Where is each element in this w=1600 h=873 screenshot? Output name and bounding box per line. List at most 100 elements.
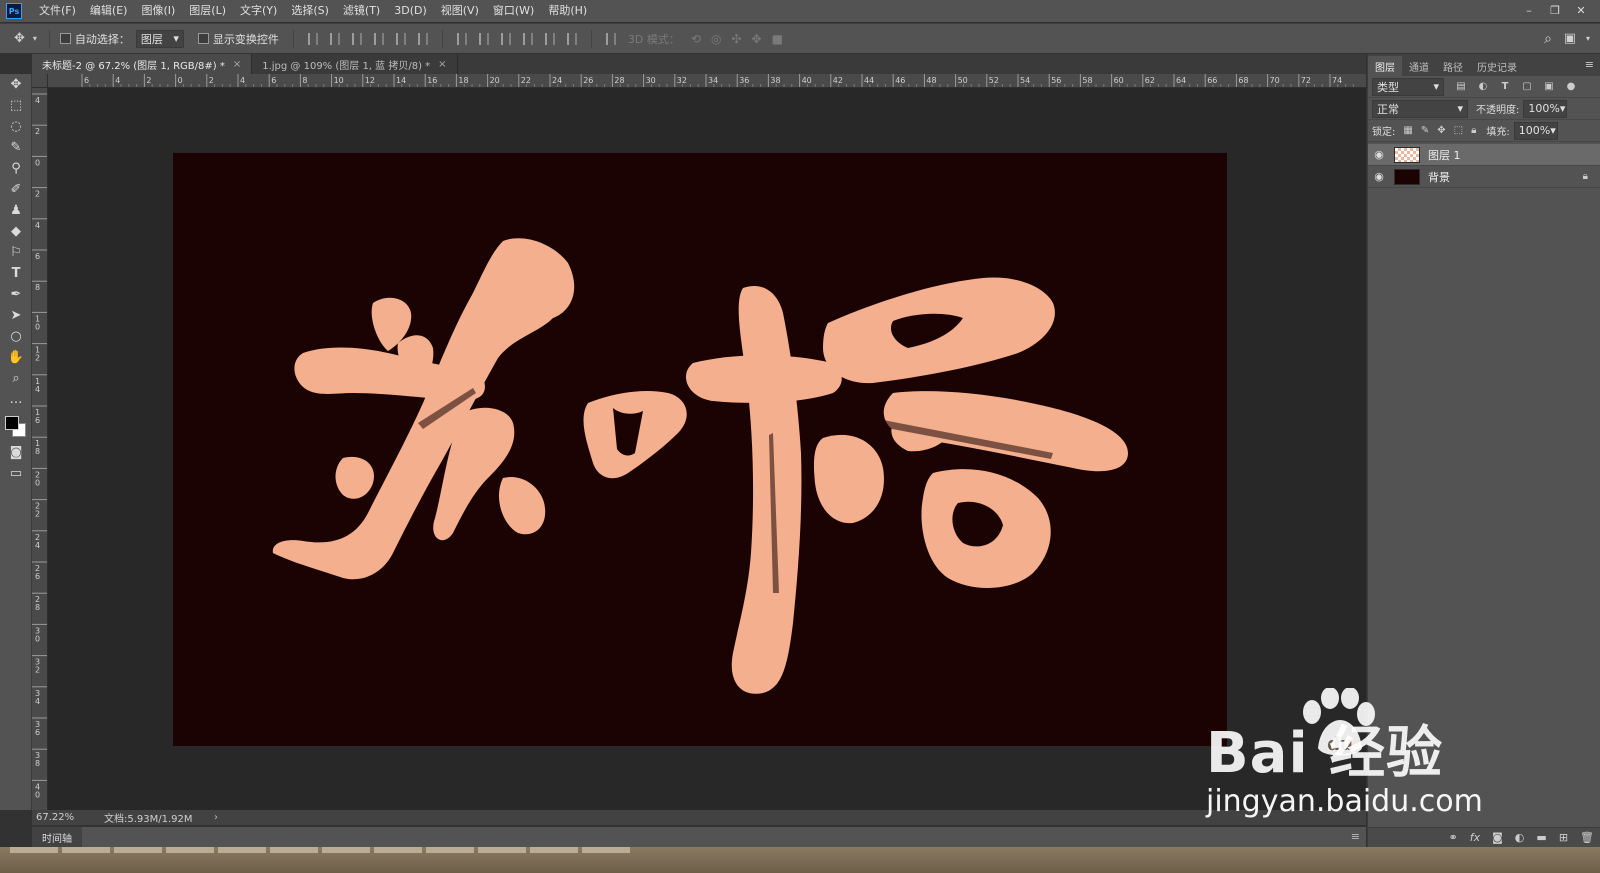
menu-help[interactable]: 帮助(H) <box>541 0 594 22</box>
fx-icon[interactable]: fx <box>1470 831 1480 844</box>
workspace-icon[interactable]: ▣ <box>1564 31 1576 46</box>
canvas-workspace[interactable] <box>48 88 1366 810</box>
color-swatches[interactable] <box>0 410 32 442</box>
layer-row-background[interactable]: ◉ 背景 🔒︎ <box>1368 166 1600 188</box>
opacity-field[interactable]: 100% ▾ <box>1523 99 1568 118</box>
align-vcenter-icon[interactable] <box>329 32 340 45</box>
show-transform-checkbox[interactable] <box>197 33 209 44</box>
lock-transparency-icon[interactable]: ▦ <box>1403 125 1412 136</box>
restore-icon[interactable]: ❐ <box>1542 0 1568 20</box>
lasso-tool-icon[interactable]: ◌ <box>0 116 32 137</box>
close-icon[interactable]: × <box>438 59 446 70</box>
type-tool-icon[interactable]: T <box>0 263 32 284</box>
tab-layers[interactable]: 图层 <box>1368 56 1402 76</box>
layer-filter-dropdown[interactable]: 类型 ▾ <box>1372 77 1444 96</box>
menu-type[interactable]: 文字(Y) <box>233 0 284 22</box>
minimize-icon[interactable]: – <box>1516 0 1542 20</box>
close-icon[interactable]: × <box>233 59 241 70</box>
lock-pixels-icon[interactable]: ✎ <box>1421 125 1429 136</box>
filter-shape-icon[interactable]: ▢ <box>1520 81 1534 93</box>
brush-tool-icon[interactable]: ✐ <box>0 179 32 200</box>
menu-view[interactable]: 视图(V) <box>434 0 486 22</box>
tab-document-untitled[interactable]: 未标题-2 @ 67.2% (图层 1, RGB/8#) * × <box>32 54 253 74</box>
layer-row-layer1[interactable]: ◉ 图层 1 <box>1368 144 1600 166</box>
close-icon[interactable]: ✕ <box>1568 0 1594 20</box>
add-mask-icon[interactable]: ◙ <box>1492 831 1503 844</box>
trash-icon[interactable]: 🗑︎ <box>1580 831 1594 844</box>
link-layers-icon[interactable]: ⚭ <box>1449 831 1458 844</box>
align-left-icon[interactable] <box>373 32 384 45</box>
new-group-icon[interactable]: ▬ <box>1536 831 1546 844</box>
align-bottom-icon[interactable] <box>351 32 362 45</box>
distribute-vcenter-icon[interactable] <box>478 32 489 45</box>
hand-tool-icon[interactable]: ✋ <box>0 347 32 368</box>
foreground-color-swatch[interactable] <box>5 416 19 430</box>
taskbar-item[interactable] <box>166 847 214 853</box>
menu-filter[interactable]: 滤镜(T) <box>336 0 387 22</box>
new-layer-icon[interactable]: ⊞ <box>1559 831 1568 844</box>
zoom-tool-icon[interactable]: ⌕ <box>0 368 32 389</box>
eye-icon[interactable]: ◉ <box>1368 170 1390 183</box>
quick-mask-icon[interactable]: ◙ <box>0 442 32 463</box>
taskbar-item[interactable] <box>322 847 370 853</box>
blend-mode-dropdown[interactable]: 正常 ▾ <box>1372 99 1468 118</box>
chevron-down-icon[interactable]: ▾ <box>33 34 37 43</box>
document-canvas[interactable] <box>173 153 1227 746</box>
taskbar-item[interactable] <box>426 847 474 853</box>
taskbar-item[interactable] <box>62 847 110 853</box>
quick-select-tool-icon[interactable]: ✎ <box>0 137 32 158</box>
stamp-tool-icon[interactable]: ♟ <box>0 200 32 221</box>
tab-paths[interactable]: 路径 <box>1436 56 1470 76</box>
eye-icon[interactable]: ◉ <box>1368 148 1390 161</box>
menu-edit[interactable]: 编辑(E) <box>83 0 135 22</box>
menu-window[interactable]: 窗口(W) <box>486 0 541 22</box>
chevron-down-icon[interactable]: ▾ <box>1586 34 1590 43</box>
marquee-tool-icon[interactable]: ⬚ <box>0 95 32 116</box>
adjustment-layer-icon[interactable]: ◐ <box>1515 831 1525 844</box>
filter-type-icon[interactable]: T <box>1498 81 1512 93</box>
search-icon[interactable]: ⌕ <box>1544 31 1552 47</box>
pen-tool-icon[interactable]: ✒ <box>0 284 32 305</box>
distribute-bottom-icon[interactable] <box>500 32 511 45</box>
align-hcenter-icon[interactable] <box>395 32 406 45</box>
taskbar-item[interactable] <box>114 847 162 853</box>
move-tool-icon[interactable]: ✥ <box>14 31 25 46</box>
taskbar-item[interactable] <box>374 847 422 853</box>
tab-timeline[interactable]: 时间轴 <box>32 827 82 847</box>
lock-artboard-icon[interactable]: ⬚ <box>1454 125 1463 136</box>
distribute-hcenter-icon[interactable] <box>544 32 555 45</box>
menu-file[interactable]: 文件(F) <box>32 0 83 22</box>
eraser-tool-icon[interactable]: ◆ <box>0 221 32 242</box>
3d-scale-icon[interactable]: ■ <box>772 32 783 46</box>
panel-menu-icon[interactable]: ≡ <box>1351 830 1360 843</box>
tab-channels[interactable]: 通道 <box>1402 56 1436 76</box>
menu-image[interactable]: 图像(I) <box>134 0 182 22</box>
move-tool-icon[interactable]: ✥ <box>0 74 32 95</box>
screen-mode-icon[interactable]: ▭ <box>0 463 32 484</box>
align-top-icon[interactable] <box>307 32 318 45</box>
auto-select-checkbox[interactable] <box>59 33 71 44</box>
tab-history[interactable]: 历史记录 <box>1470 56 1524 76</box>
filter-adjustment-icon[interactable]: ◐ <box>1476 81 1490 93</box>
fill-field[interactable]: 100% ▾ <box>1513 121 1558 140</box>
filter-toggle-icon[interactable]: ● <box>1564 81 1578 93</box>
3d-rotate-icon[interactable]: ⟲ <box>691 32 701 46</box>
taskbar-item[interactable] <box>10 847 58 853</box>
taskbar-item[interactable] <box>218 847 266 853</box>
align-right-icon[interactable] <box>417 32 428 45</box>
layer-name[interactable]: 背景 <box>1428 169 1583 185</box>
layer-name[interactable]: 图层 1 <box>1428 147 1600 163</box>
taskbar-item[interactable] <box>582 847 630 853</box>
3d-roll-icon[interactable]: ◎ <box>711 32 721 46</box>
filter-smart-object-icon[interactable]: ▣ <box>1542 81 1556 93</box>
panel-menu-icon[interactable]: ≡ <box>1585 58 1594 71</box>
menu-select[interactable]: 选择(S) <box>284 0 336 22</box>
lock-all-icon[interactable]: 🔒︎ <box>1471 125 1476 136</box>
distribute-left-icon[interactable] <box>522 32 533 45</box>
taskbar-item[interactable] <box>478 847 526 853</box>
taskbar-item[interactable] <box>270 847 318 853</box>
3d-drag-icon[interactable]: ✣ <box>731 32 741 46</box>
chevron-right-icon[interactable]: › <box>214 812 218 823</box>
taskbar-item[interactable] <box>530 847 578 853</box>
tab-document-1jpg[interactable]: 1.jpg @ 109% (图层 1, 蓝 拷贝/8) * × <box>252 54 458 74</box>
